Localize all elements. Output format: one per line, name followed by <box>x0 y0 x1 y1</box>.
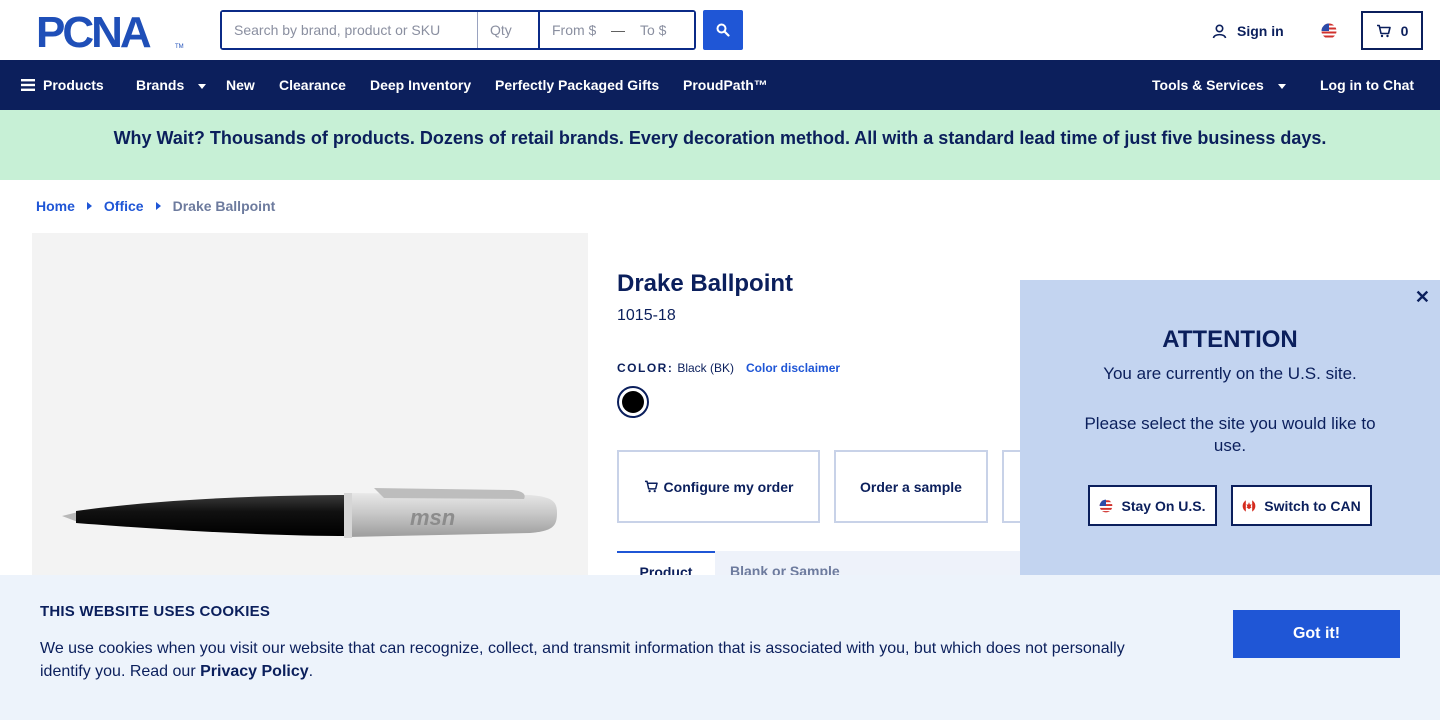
nav-new[interactable]: New <box>226 60 255 110</box>
swatch-fill <box>622 391 644 413</box>
cookie-banner: THIS WEBSITE USES COOKIES We use cookies… <box>0 575 1440 720</box>
imprint-text: msn <box>410 505 455 530</box>
cart-icon <box>1376 24 1391 37</box>
search-bar: — <box>220 10 696 50</box>
caret-right-icon <box>155 202 161 210</box>
pcna-logo[interactable]: PCNA TM <box>36 8 186 57</box>
color-value: Black (BK) <box>677 361 735 375</box>
stay-on-us-button[interactable]: Stay On U.S. <box>1088 485 1217 526</box>
us-flag-selector[interactable] <box>1318 20 1340 42</box>
menu-icon <box>21 79 35 91</box>
nav-proudpath-label: ProudPath™ <box>683 77 768 93</box>
cart-count: 0 <box>1400 22 1409 39</box>
nav-deep-inventory[interactable]: Deep Inventory <box>370 60 471 110</box>
nav-tools-label: Tools & Services <box>1152 77 1264 93</box>
cookie-text: We use cookies when you visit our websit… <box>40 637 1150 683</box>
switch-label: Switch to CAN <box>1264 497 1361 514</box>
chevron-down-icon <box>198 83 207 89</box>
order-sample-button[interactable]: Order a sample <box>834 450 988 523</box>
price-range-dash: — <box>611 22 625 38</box>
got-it-button[interactable]: Got it! <box>1233 610 1400 658</box>
breadcrumb-office[interactable]: Office <box>104 198 144 214</box>
canada-flag-icon <box>1242 499 1256 512</box>
nav-proudpath[interactable]: ProudPath™ <box>683 60 768 110</box>
price-from-input[interactable] <box>540 12 608 48</box>
got-it-label: Got it! <box>1292 625 1341 642</box>
breadcrumb-current: Drake Ballpoint <box>172 198 276 214</box>
cookie-suffix: . <box>308 663 314 680</box>
nav-new-label: New <box>226 77 255 93</box>
attention-title: ATTENTION <box>1162 326 1298 353</box>
breadcrumb-home[interactable]: Home <box>36 198 75 214</box>
color-label: COLOR: <box>617 361 674 375</box>
logo-text: PCNA <box>36 10 151 52</box>
color-swatch-black[interactable] <box>617 386 649 418</box>
switch-to-can-button[interactable]: Switch to CAN <box>1231 485 1372 526</box>
signin-label: Sign in <box>1237 23 1284 39</box>
page-root: PCNA TM — Sign in <box>0 0 1440 720</box>
color-disclaimer-link[interactable]: Color disclaimer <box>746 361 840 375</box>
top-header: PCNA TM — Sign in <box>0 0 1440 60</box>
configure-order-button[interactable]: Configure my order <box>617 450 820 523</box>
nav-clearance[interactable]: Clearance <box>279 60 346 110</box>
nav-perfectly-packaged-gifts[interactable]: Perfectly Packaged Gifts <box>495 60 659 110</box>
promo-banner: Why Wait? Thousands of products. Dozens … <box>0 110 1440 180</box>
main-nav: Products Brands New Clearance Deep Inven… <box>0 60 1440 110</box>
search-button[interactable] <box>703 10 743 50</box>
nav-brands[interactable]: Brands <box>136 60 207 110</box>
color-row: COLOR: Black (BK) Color disclaimer <box>617 361 840 375</box>
price-to-input[interactable] <box>628 12 694 48</box>
promo-text: Why Wait? Thousands of products. Dozens … <box>113 127 1327 148</box>
site-selector-panel: ✕ ATTENTION You are currently on the U.S… <box>1020 280 1440 580</box>
nav-deep-inventory-label: Deep Inventory <box>370 77 472 93</box>
us-flag-icon <box>1100 499 1113 512</box>
product-title: Drake Ballpoint <box>617 270 794 297</box>
cart-icon <box>644 480 658 493</box>
cart-button[interactable]: 0 <box>1361 11 1423 50</box>
us-flag-icon <box>1321 23 1337 39</box>
breadcrumb: Home Office Drake Ballpoint <box>36 198 275 214</box>
attention-prompt: Please select the site you would like to… <box>1084 414 1376 455</box>
privacy-policy-link[interactable]: Privacy Policy <box>200 663 309 680</box>
attention-message: You are currently on the U.S. site. <box>1103 364 1357 383</box>
user-icon <box>1212 23 1227 38</box>
nav-gifts-label: Perfectly Packaged Gifts <box>495 77 660 93</box>
login-to-chat-link[interactable]: Log in to Chat <box>1320 60 1414 110</box>
nav-tools-services[interactable]: Tools & Services <box>1152 60 1286 110</box>
qty-input[interactable] <box>478 12 540 48</box>
configure-label: Configure my order <box>663 478 794 495</box>
signin-button[interactable]: Sign in <box>1212 20 1284 42</box>
search-input[interactable] <box>222 12 478 48</box>
nav-products[interactable]: Products <box>21 60 104 110</box>
search-icon <box>716 23 730 37</box>
cookie-title: THIS WEBSITE USES COOKIES <box>40 603 271 620</box>
caret-right-icon <box>86 202 92 210</box>
nav-products-label: Products <box>43 77 104 93</box>
stay-label: Stay On U.S. <box>1121 497 1206 514</box>
chevron-down-icon <box>1277 83 1286 89</box>
product-sku: 1015-18 <box>617 307 676 324</box>
close-icon[interactable]: ✕ <box>1415 288 1430 306</box>
sample-label: Order a sample <box>860 478 962 495</box>
nav-brands-label: Brands <box>136 77 185 93</box>
nav-clearance-label: Clearance <box>279 77 346 93</box>
chat-label: Log in to Chat <box>1320 77 1415 93</box>
svg-text:TM: TM <box>175 44 184 50</box>
